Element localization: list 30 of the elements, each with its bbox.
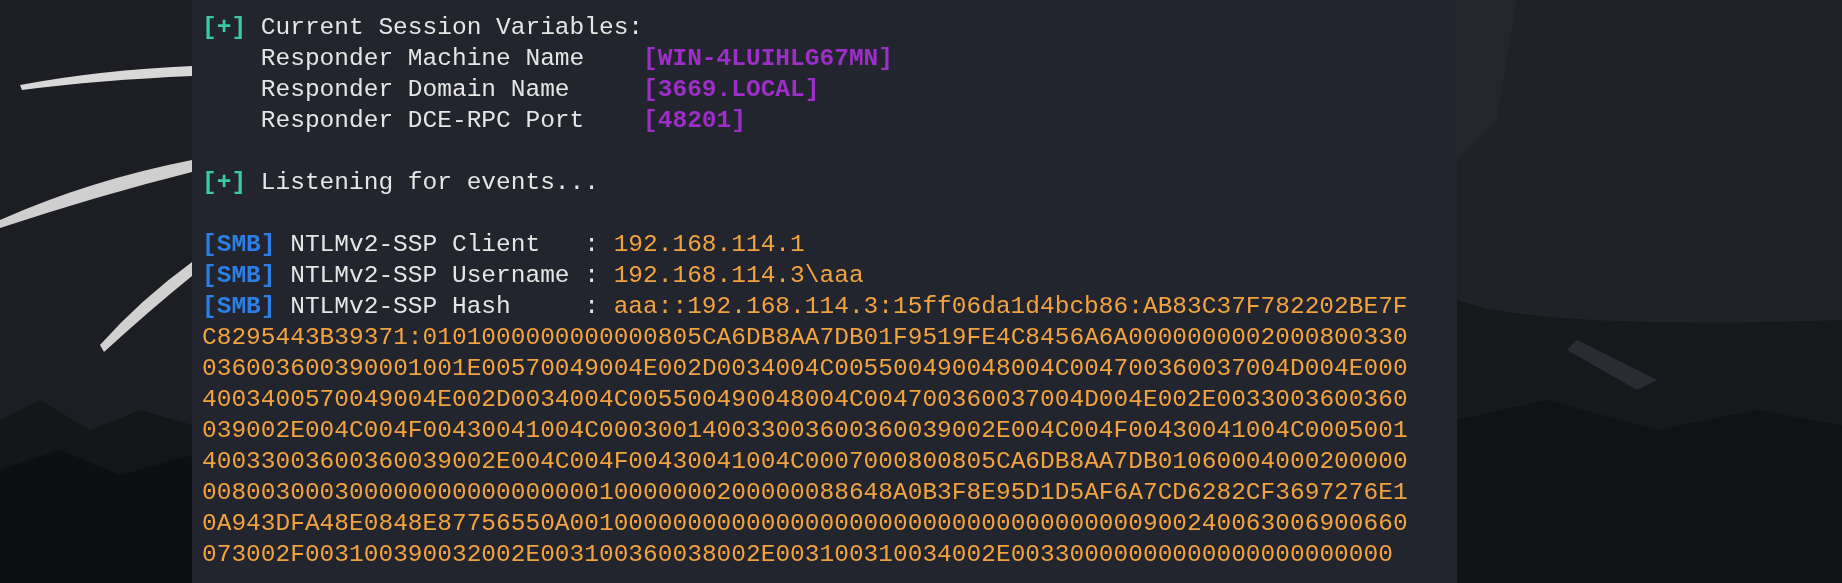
protocol-tag: [SMB] — [202, 260, 276, 291]
event-value: aaa::192.168.114.3:15ff06da1d4bcb86:AB83C37F782202BE7F — [613, 292, 1408, 322]
variable-name: Responder Machine Name — [260, 44, 586, 74]
status-marker: [+] — [202, 168, 247, 198]
protocol-tag: [SMB] — [202, 291, 276, 322]
status-text: Listening for events... — [260, 168, 599, 198]
variable-value: [WIN-4LUIHLG67MN] — [643, 44, 893, 74]
event-label: NTLMv2-SSP Username — [290, 261, 571, 291]
separator: : — [584, 261, 599, 291]
hash-line: C8295443B39371:0101000000000000805CA6DB8AA7DB01F9519FE4C8456A6A0000000002000800330 — [202, 323, 1408, 353]
hash-line: 4003400570049004E002D0034004C005500490048004C004700360037004D004E002E0033003600360 — [202, 385, 1408, 415]
protocol-tag: [SMB] — [202, 229, 276, 260]
variable-name: Responder Domain Name — [260, 75, 571, 105]
section-title: Current Session Variables: — [260, 13, 644, 43]
hash-line: 039002E004C004F00430041004C000300140033003600360039002E004C004F00430041004C0005001 — [202, 416, 1408, 446]
hash-line: 40033003600360039002E004C004F00430041004C0007000800805CA6DB8AA7DB01060004000200000 — [202, 447, 1408, 477]
variable-value: [3669.LOCAL] — [643, 75, 820, 105]
event-label: NTLMv2-SSP Hash — [290, 292, 512, 322]
status-marker: [+] — [202, 13, 247, 43]
separator: : — [584, 230, 599, 260]
variable-value: [48201] — [643, 106, 746, 136]
event-value: 192.168.114.1 — [613, 230, 805, 260]
separator: : — [584, 292, 599, 322]
event-label: NTLMv2-SSP Client — [290, 230, 542, 260]
variable-name: Responder DCE-RPC Port — [260, 106, 586, 136]
hash-line: 0A943DFA48E0848E87756550A001000000000000000000000000000000000000900240063006900660 — [202, 509, 1408, 539]
hash-line: 036003600390001001E00570049004E002D0034004C005500490048004C004700360037004D004E000 — [202, 354, 1408, 384]
hash-line: 00800300030000000000000000010000000200000088648A0B3F8E95D1D5AF6A7CD6282CF3697276E1 — [202, 478, 1408, 508]
event-value: 192.168.114.3\aaa — [613, 261, 864, 291]
hash-line: 073002F003100390032002E003100360038002E003100310034002E00330000000000000000000000 — [202, 540, 1393, 570]
